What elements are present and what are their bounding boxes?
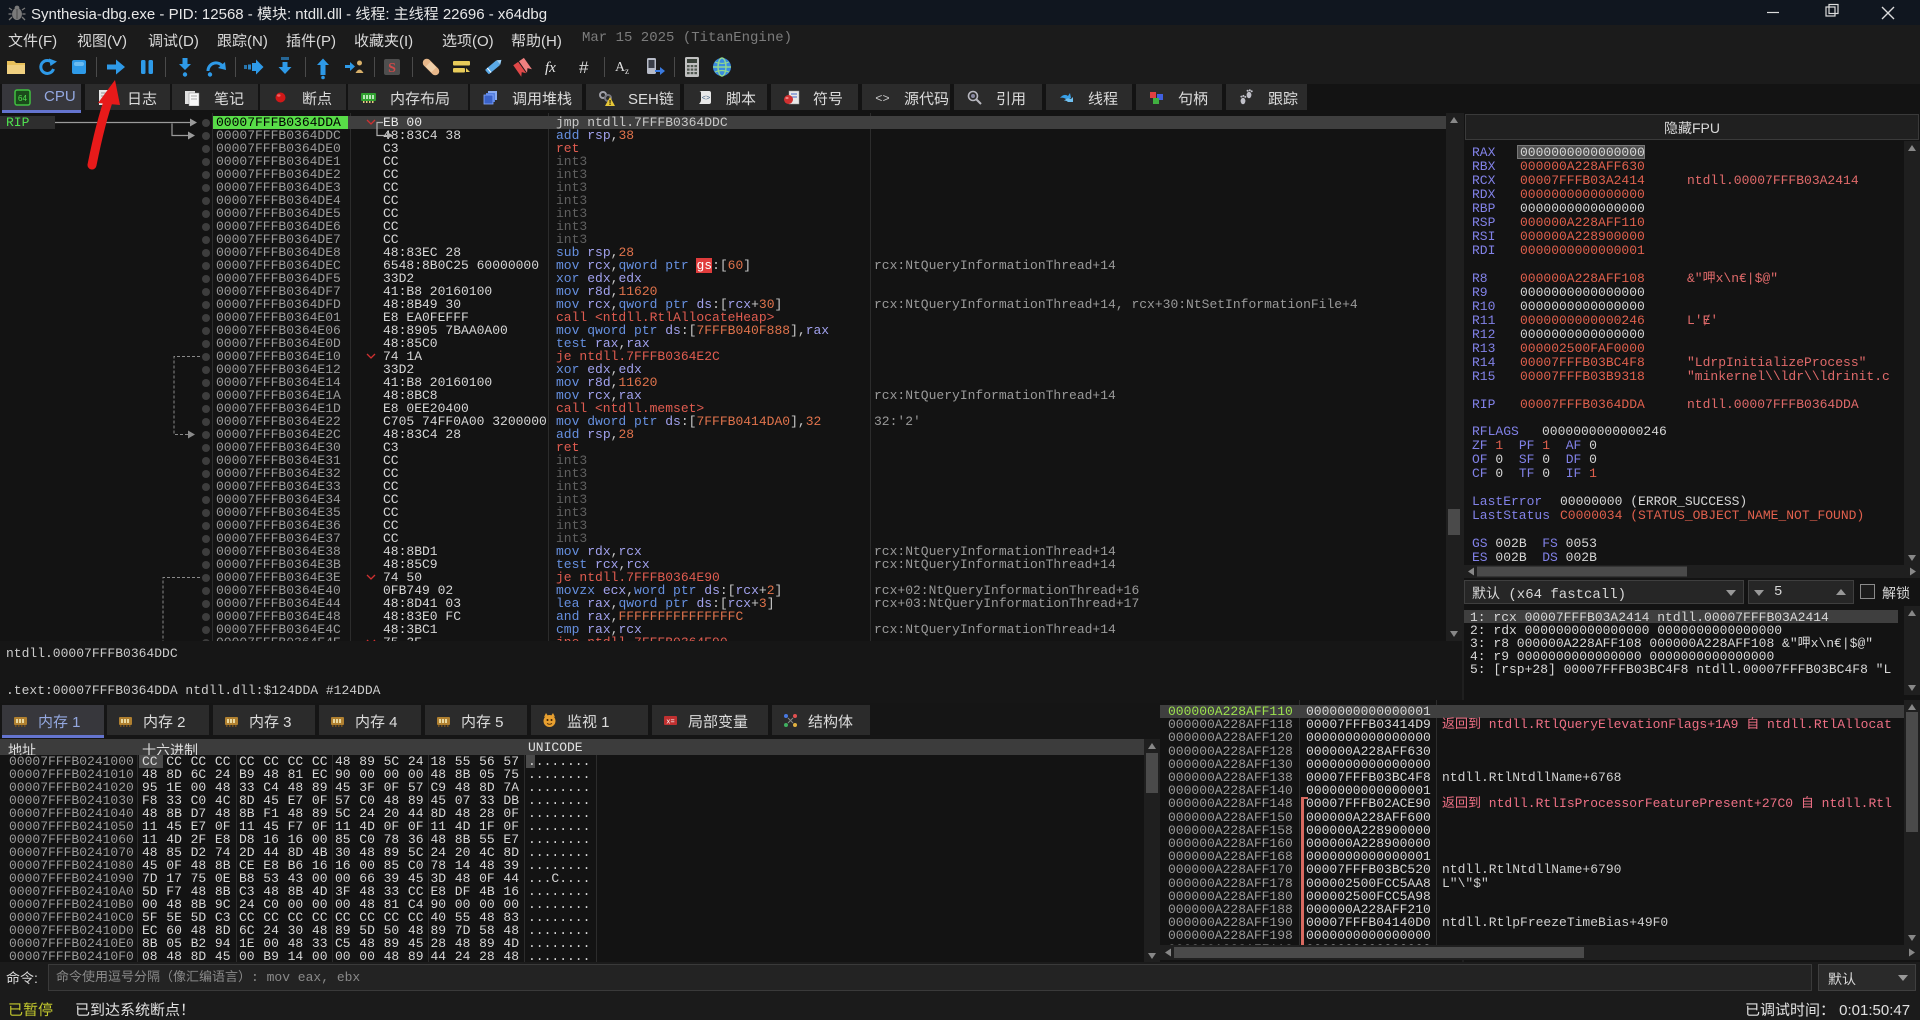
svg-text:<>: <> xyxy=(875,92,889,106)
svg-text:x=: x= xyxy=(666,719,674,727)
svg-text:z: z xyxy=(625,66,629,76)
svg-text:64: 64 xyxy=(18,94,27,103)
svg-text:#: # xyxy=(579,58,589,77)
svg-text:fx: fx xyxy=(545,60,556,76)
svg-text:!: ! xyxy=(609,100,611,106)
svg-text:S: S xyxy=(388,61,396,76)
svg-text:<>: <> xyxy=(702,95,710,103)
